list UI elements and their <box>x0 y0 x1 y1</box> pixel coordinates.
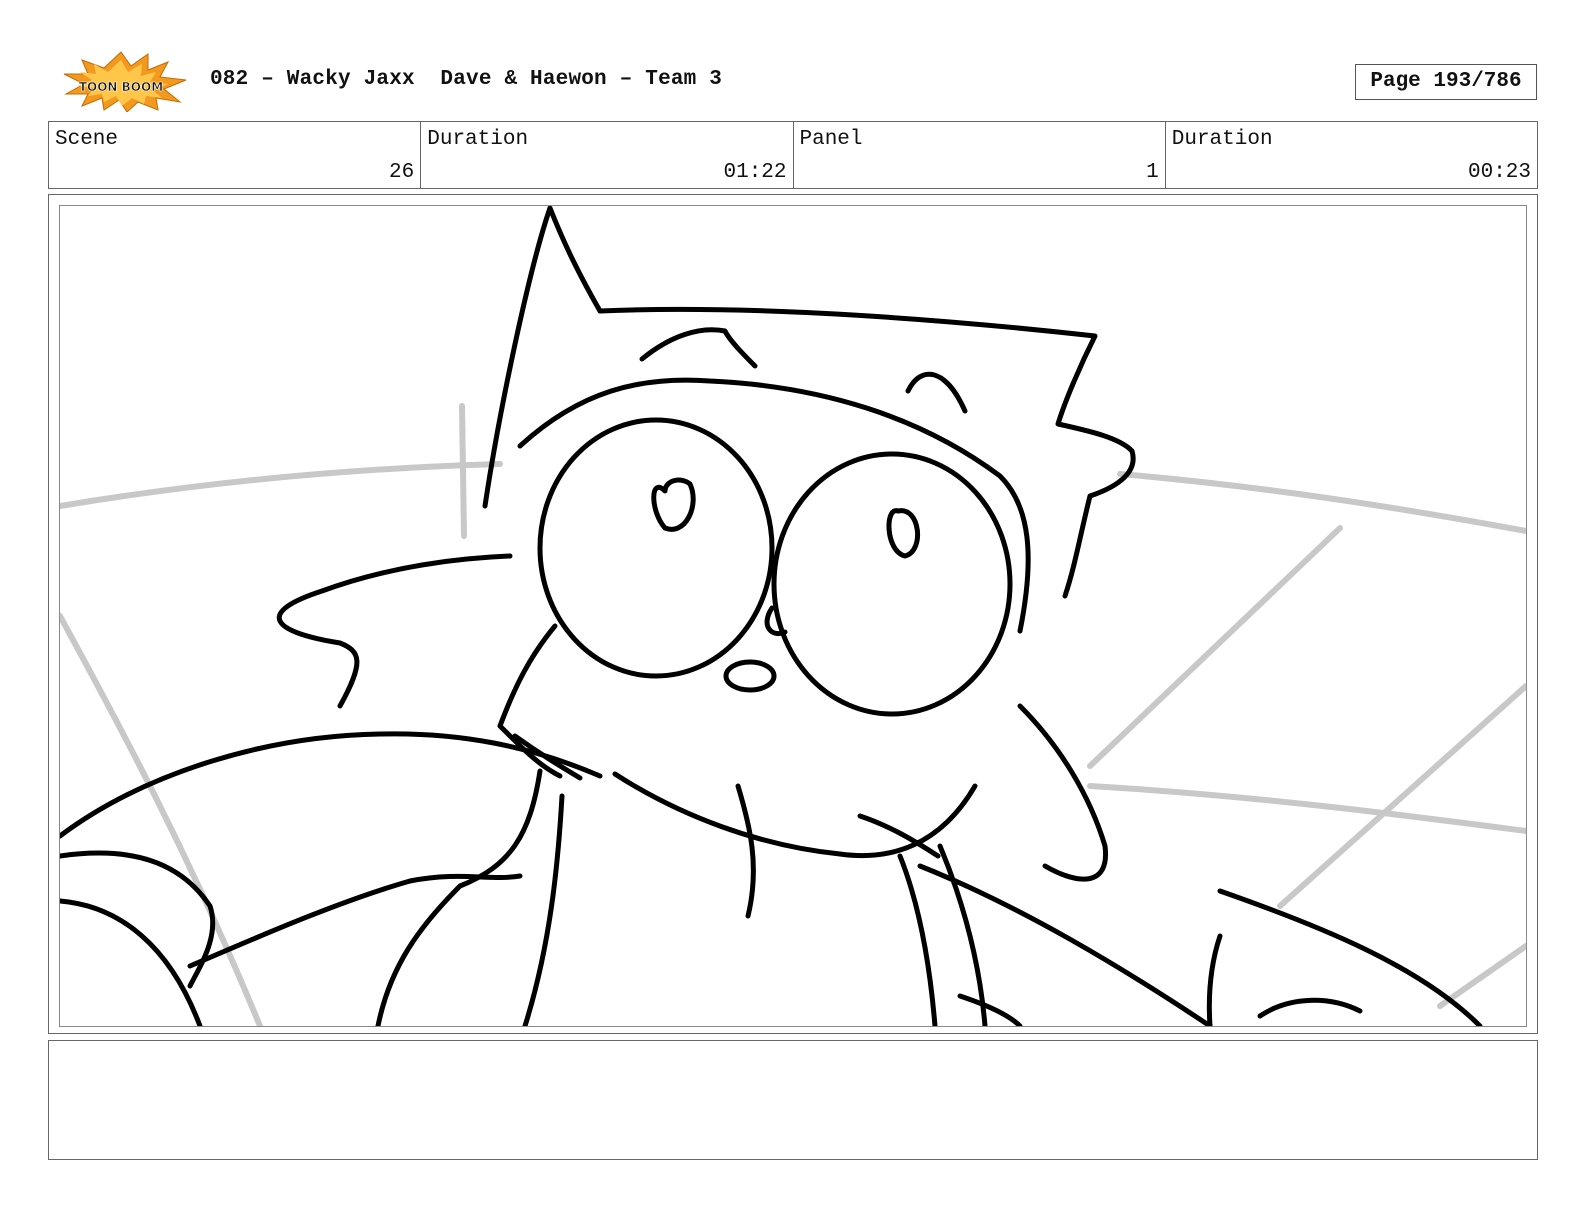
sleeve <box>187 873 523 969</box>
scene-value: 26 <box>389 161 415 184</box>
scene-duration-label: Duration <box>427 128 529 151</box>
right-eyebrow <box>905 371 968 414</box>
panel-duration-cell: Duration 00:23 <box>1166 122 1537 188</box>
face-right <box>1017 703 1109 882</box>
panel-value: 1 <box>1146 161 1159 184</box>
left-pupil <box>651 477 696 532</box>
shirt-fold <box>735 783 756 919</box>
panel-duration-label: Duration <box>1171 128 1273 151</box>
panel-cell: Panel 1 <box>794 122 1166 188</box>
right-eye <box>771 451 1013 717</box>
scene-label: Scene <box>55 128 119 151</box>
storyboard-title: 082 – Wacky Jaxx Dave & Haewon – Team 3 <box>210 68 723 91</box>
right-fingers <box>1257 997 1363 1019</box>
hand-left <box>60 898 203 1026</box>
background-lines <box>60 403 1526 1026</box>
notes-box <box>48 1040 1538 1160</box>
hair-spike-left <box>482 206 603 509</box>
left-ear <box>276 553 513 709</box>
left-eyebrow <box>639 327 758 369</box>
torso-line <box>522 793 565 1026</box>
panel-label: Panel <box>799 128 863 151</box>
scene-duration-cell: Duration 01:22 <box>421 122 794 188</box>
left-eye <box>537 417 775 679</box>
collar-right <box>897 853 938 1026</box>
collar-detail <box>512 733 583 781</box>
toon-boom-logo: TOON BOOM <box>52 50 190 113</box>
info-row: Scene 26 Duration 01:22 Panel 1 Duration… <box>48 121 1538 189</box>
character-sketch <box>60 206 1483 1026</box>
body-left <box>375 768 543 1026</box>
page-indicator: Page 193/786 <box>1355 64 1537 100</box>
lower-stroke <box>957 993 1023 1026</box>
panel-duration-value: 00:23 <box>1467 161 1531 184</box>
panel-frame <box>59 205 1527 1027</box>
logo-text: TOON BOOM <box>79 80 163 94</box>
sketch-drawing <box>60 206 1526 1026</box>
right-pupil <box>886 508 921 559</box>
shoulder-right <box>917 863 1213 1026</box>
scene-duration-value: 01:22 <box>723 161 787 184</box>
left-arm <box>60 731 603 839</box>
hair-top <box>597 306 1136 599</box>
scene-cell: Scene 26 <box>49 122 422 188</box>
mouth <box>723 659 777 693</box>
right-hand <box>1206 933 1223 1026</box>
storyboard-panel <box>48 194 1538 1034</box>
